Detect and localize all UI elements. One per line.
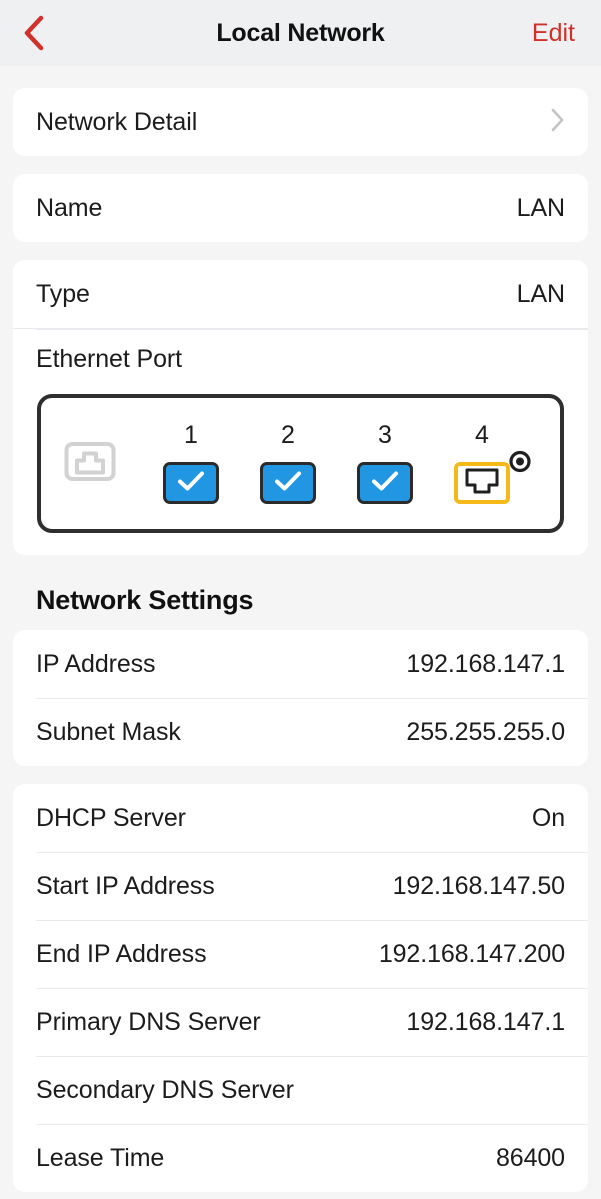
ethernet-port-2[interactable]: 2 xyxy=(260,423,316,504)
row-label: Subnet Mask xyxy=(36,717,181,746)
row-label: Start IP Address xyxy=(36,871,215,900)
row-label: IP Address xyxy=(36,649,156,678)
row-start-ip-address[interactable]: Start IP Address 192.168.147.50 xyxy=(13,852,588,920)
row-end-ip-address[interactable]: End IP Address 192.168.147.200 xyxy=(13,920,588,988)
row-primary-dns-server[interactable]: Primary DNS Server 192.168.147.1 xyxy=(13,988,588,1056)
ethernet-ports-list: 1 2 3 4 xyxy=(163,398,510,529)
row-label: Network Detail xyxy=(36,107,198,136)
dhcp-card: DHCP Server On Start IP Address 192.168.… xyxy=(13,784,588,1192)
row-value: 86400 xyxy=(495,1143,565,1172)
name-card: Name LAN xyxy=(13,174,588,242)
row-label: Secondary DNS Server xyxy=(36,1075,294,1104)
chevron-right-icon xyxy=(551,108,565,137)
row-label: Primary DNS Server xyxy=(36,1007,261,1036)
led-indicator-icon xyxy=(508,449,532,478)
row-value: 192.168.147.1 xyxy=(406,1007,565,1036)
edit-button[interactable]: Edit xyxy=(532,0,575,66)
row-ip-address[interactable]: IP Address 192.168.147.1 xyxy=(13,630,588,698)
row-value: 192.168.147.200 xyxy=(378,939,565,968)
type-ethernet-card: Type LAN Ethernet Port 1 2 3 4 xyxy=(13,260,588,555)
row-lease-time[interactable]: Lease Time 86400 xyxy=(13,1124,588,1192)
check-icon xyxy=(176,469,206,498)
port-checkbox[interactable] xyxy=(260,462,316,504)
row-secondary-dns-server[interactable]: Secondary DNS Server xyxy=(13,1056,588,1124)
ethernet-panel-wrapper: 1 2 3 4 xyxy=(13,390,588,555)
port-checkbox[interactable] xyxy=(357,462,413,504)
back-button[interactable] xyxy=(10,0,58,66)
rj45-jack-icon xyxy=(464,467,500,500)
port-number-label: 4 xyxy=(475,421,489,449)
port-checkbox[interactable] xyxy=(163,462,219,504)
row-label: Lease Time xyxy=(36,1143,165,1172)
port-number-label: 2 xyxy=(281,421,295,449)
chevron-left-icon xyxy=(23,15,45,51)
row-value: On xyxy=(531,803,565,832)
row-name[interactable]: Name LAN xyxy=(13,174,588,242)
row-label: Type xyxy=(36,279,90,308)
row-subnet-mask[interactable]: Subnet Mask 255.255.255.0 xyxy=(13,698,588,766)
row-label: DHCP Server xyxy=(36,803,186,832)
row-ethernet-port: Ethernet Port xyxy=(13,328,588,390)
local-network-screen: Local Network Edit Network Detail Name L… xyxy=(0,0,601,1199)
row-value: LAN xyxy=(516,193,565,222)
row-label: End IP Address xyxy=(36,939,207,968)
network-detail-card: Network Detail xyxy=(13,88,588,156)
check-icon xyxy=(370,469,400,498)
port-number-label: 3 xyxy=(378,421,392,449)
row-dhcp-server[interactable]: DHCP Server On xyxy=(13,784,588,852)
page-title: Local Network xyxy=(216,18,385,47)
ethernet-port-panel: 1 2 3 4 xyxy=(37,394,564,533)
port-number-label: 1 xyxy=(184,421,198,449)
row-network-detail[interactable]: Network Detail xyxy=(13,88,588,156)
ethernet-port-icon xyxy=(64,441,116,486)
check-icon xyxy=(273,469,303,498)
row-value: 192.168.147.50 xyxy=(392,871,565,900)
ethernet-port-3[interactable]: 3 xyxy=(357,423,413,504)
row-label: Name xyxy=(36,193,103,222)
section-title-network-settings: Network Settings xyxy=(36,585,254,615)
navigation-bar: Local Network Edit xyxy=(0,0,601,66)
ethernet-port-1[interactable]: 1 xyxy=(163,423,219,504)
row-type[interactable]: Type LAN xyxy=(13,260,588,328)
row-value: LAN xyxy=(516,279,565,308)
network-settings-card: IP Address 192.168.147.1 Subnet Mask 255… xyxy=(13,630,588,766)
port-wan-indicator[interactable] xyxy=(454,462,510,504)
row-value: 255.255.255.0 xyxy=(406,717,565,746)
row-value: 192.168.147.1 xyxy=(406,649,565,678)
ethernet-port-4[interactable]: 4 xyxy=(454,423,510,504)
row-label: Ethernet Port xyxy=(36,345,183,373)
